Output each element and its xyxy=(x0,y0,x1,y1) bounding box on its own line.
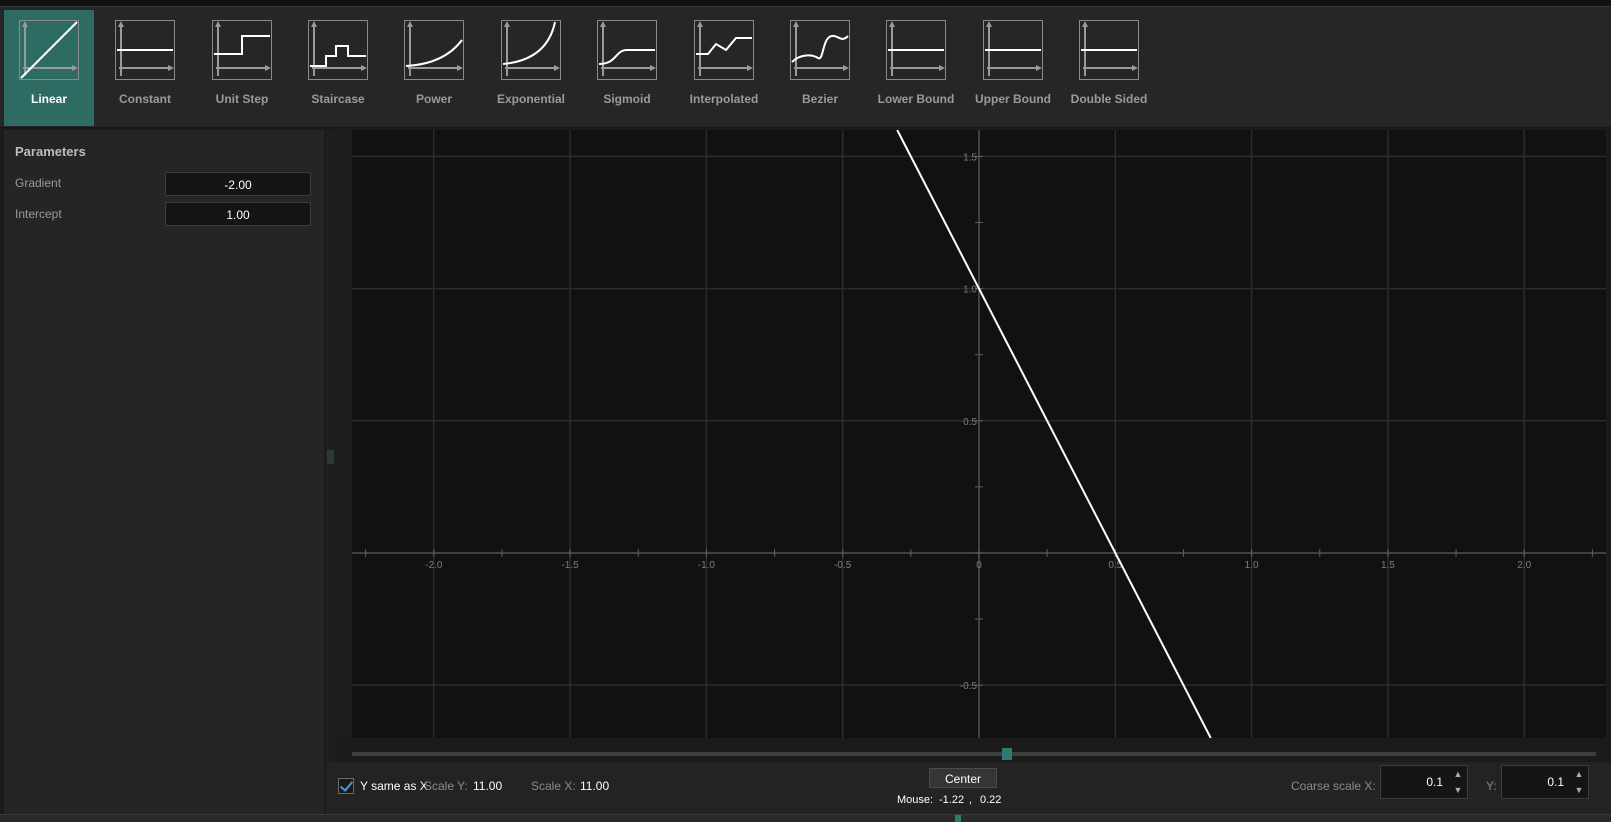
tool-label: Lower Bound xyxy=(877,92,955,106)
x-tick-label: 0 xyxy=(976,560,982,571)
tool-linear[interactable]: Linear xyxy=(4,10,94,126)
tool-label: Power xyxy=(415,92,452,106)
y-same-as-x-checkbox[interactable] xyxy=(338,778,354,794)
bottom-controls: Y same as X Scale Y: 11.00 Scale X: 11.0… xyxy=(326,762,1611,814)
gradient-label: Gradient xyxy=(15,176,62,190)
power-curve-icon xyxy=(404,20,464,80)
exponential-curve-icon xyxy=(501,20,561,80)
mouse-label: Mouse: xyxy=(897,794,934,806)
tool-staircase[interactable]: Staircase xyxy=(293,10,383,126)
tool-exponential[interactable]: Exponential xyxy=(486,10,576,126)
x-tick-label: 2.0 xyxy=(1517,560,1531,571)
tool-sigmoid[interactable]: Sigmoid xyxy=(582,10,672,126)
x-tick-label: -2.0 xyxy=(425,560,443,571)
tool-power[interactable]: Power xyxy=(389,10,479,126)
curve-type-toolbar: Linear Constant Unit Step Staircase Powe… xyxy=(0,7,1611,128)
spin-down-icon[interactable]: ▼ xyxy=(1570,782,1588,798)
tool-label: Exponential xyxy=(496,92,565,106)
scale-x-label: Scale X: xyxy=(531,779,576,793)
spin-up-icon[interactable]: ▲ xyxy=(1570,766,1588,782)
constant-curve-icon xyxy=(115,20,175,80)
window-top-bar xyxy=(0,0,1611,7)
sigmoid-curve-icon xyxy=(597,20,657,80)
coarse-scale-x-value: 0.1 xyxy=(1426,775,1443,789)
mouse-separator: , xyxy=(969,794,973,806)
mouse-y-value: 0.22 xyxy=(980,794,1002,806)
y-same-as-x-label: Y same as X xyxy=(360,779,428,793)
slider-thumb[interactable] xyxy=(1002,748,1012,760)
y-tick-label: 1.0 xyxy=(963,285,977,296)
curve-plot[interactable]: -2.0 -1.5 -1.0 -0.5 0 0.5 1.0 1.5 2.01.51.00.5-0… xyxy=(352,130,1606,738)
coarse-scale-y-label: Y: xyxy=(1486,779,1497,793)
coarse-scale-y-spinner[interactable]: 0.1 ▲ ▼ xyxy=(1501,765,1589,799)
intercept-field[interactable]: 1.00 xyxy=(165,202,311,226)
x-tick-label: -1.5 xyxy=(561,560,579,571)
tool-label: Interpolated xyxy=(689,92,759,106)
tool-label: Unit Step xyxy=(215,92,269,106)
spin-down-icon[interactable]: ▼ xyxy=(1449,782,1467,798)
intercept-label: Intercept xyxy=(15,207,62,221)
scale-y-label: Scale Y: xyxy=(424,779,468,793)
staircase-curve-icon xyxy=(308,20,368,80)
tool-label: Constant xyxy=(119,92,171,106)
lower-bound-curve-icon xyxy=(886,20,946,80)
tool-bezier[interactable]: Bezier xyxy=(775,10,865,126)
parameters-title: Parameters xyxy=(15,144,86,159)
mouse-x-value: -1.22 xyxy=(939,794,965,806)
center-button[interactable]: Center xyxy=(929,768,997,788)
x-tick-label: -0.5 xyxy=(834,560,852,571)
tool-label: Linear xyxy=(30,92,67,106)
x-tick-label: 1.5 xyxy=(1381,560,1395,571)
double-sided-curve-icon xyxy=(1079,20,1139,80)
splitter-grip[interactable] xyxy=(327,450,334,464)
interpolated-curve-icon xyxy=(694,20,754,80)
tool-label: Sigmoid xyxy=(603,92,651,106)
tool-interpolated[interactable]: Interpolated xyxy=(679,10,769,126)
coarse-scale-x-spinner[interactable]: 0.1 ▲ ▼ xyxy=(1380,765,1468,799)
horizontal-pan-slider[interactable] xyxy=(352,748,1596,760)
unit-step-curve-icon xyxy=(212,20,272,80)
linear-curve-icon xyxy=(19,20,79,80)
tool-lower-bound[interactable]: Lower Bound xyxy=(871,10,961,126)
x-tick-label: 1.0 xyxy=(1245,560,1259,571)
bezier-curve-icon xyxy=(790,20,850,80)
tool-label: Upper Bound xyxy=(975,92,1051,106)
y-tick-label: 1.5 xyxy=(963,152,977,163)
tool-unit-step[interactable]: Unit Step xyxy=(197,10,287,126)
coarse-scale-y-value: 0.1 xyxy=(1547,775,1564,789)
gradient-field[interactable]: -2.00 xyxy=(165,172,311,196)
slider-track[interactable] xyxy=(352,752,1596,756)
tool-label: Double Sided xyxy=(1070,92,1148,106)
scale-y-value: 11.00 xyxy=(473,779,503,793)
tool-label: Bezier xyxy=(801,92,839,106)
scale-x-value: 11.00 xyxy=(580,779,610,793)
tool-double-sided[interactable]: Double Sided xyxy=(1064,10,1154,126)
panel-splitter[interactable] xyxy=(326,130,336,814)
tool-upper-bound[interactable]: Upper Bound xyxy=(968,10,1058,126)
tool-label: Staircase xyxy=(311,92,365,106)
coarse-scale-x-label: Coarse scale X: xyxy=(1291,779,1376,793)
x-tick-label: -1.0 xyxy=(698,560,716,571)
scrollbar-vertical[interactable] xyxy=(1606,130,1611,814)
upper-bound-curve-icon xyxy=(983,20,1043,80)
parameters-panel: Parameters Gradient -2.00 Intercept 1.00 xyxy=(4,130,324,814)
tool-constant[interactable]: Constant xyxy=(100,10,190,126)
y-tick-label: 0.5 xyxy=(963,417,977,428)
spin-up-icon[interactable]: ▲ xyxy=(1449,766,1467,782)
y-tick-label: -0.5 xyxy=(960,681,978,692)
